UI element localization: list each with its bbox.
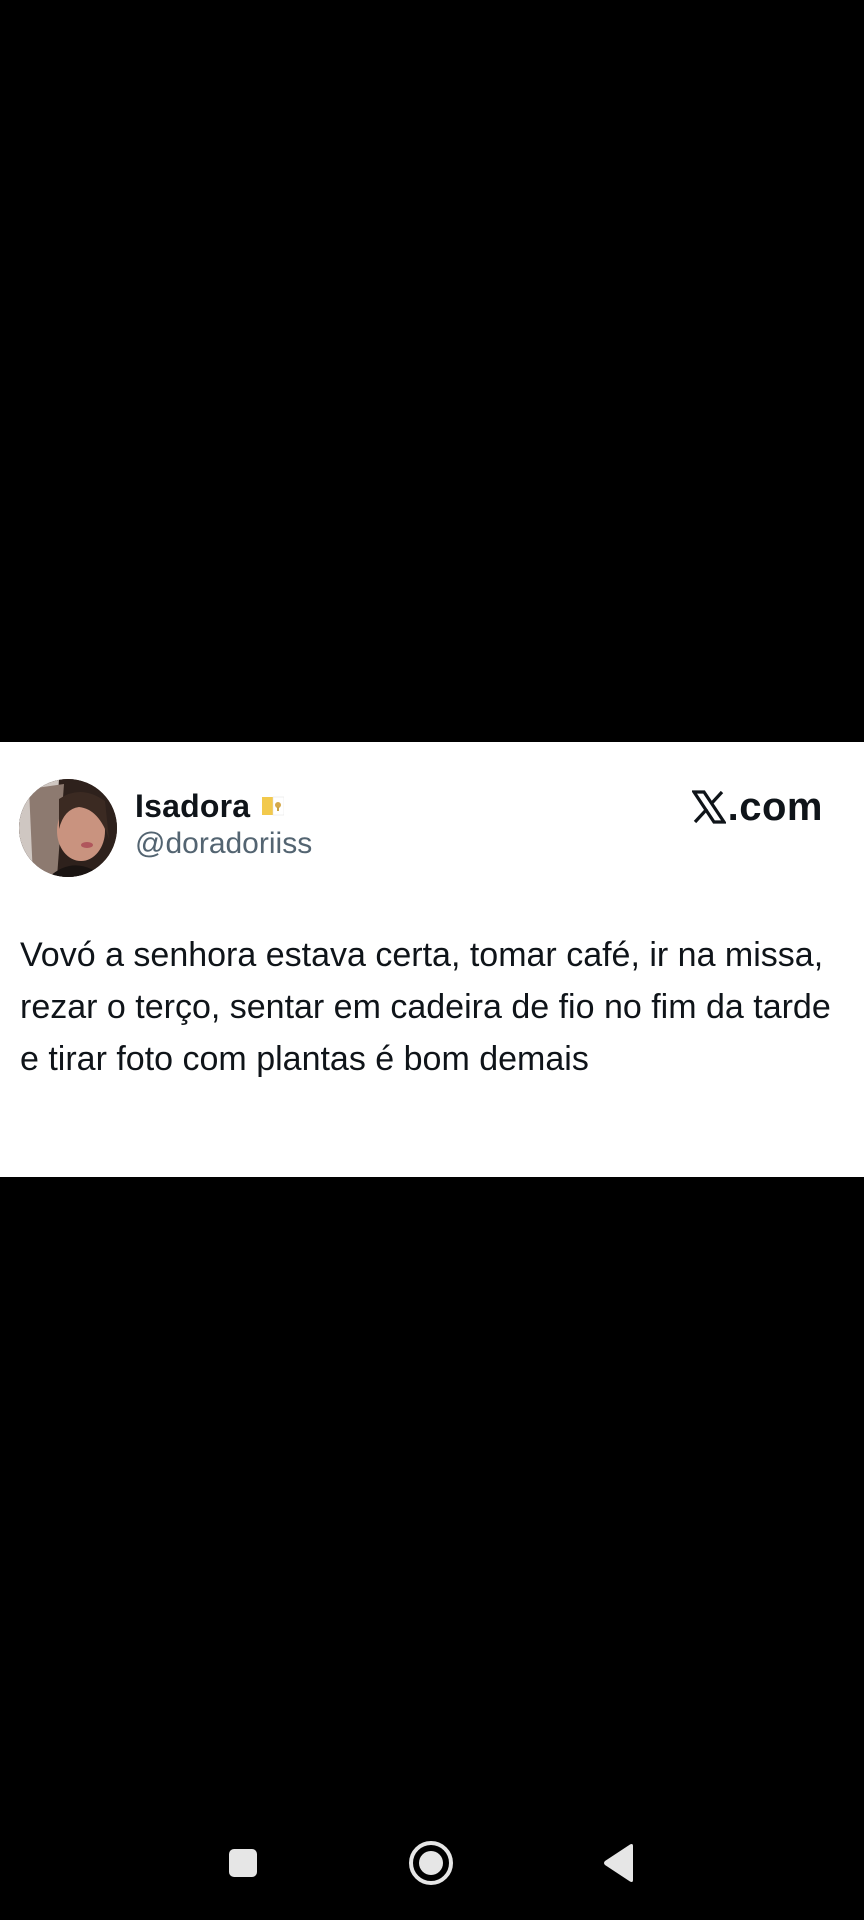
vatican-flag-icon [262,795,285,817]
system-navigation-bar [0,1812,864,1920]
username[interactable]: @doradoriiss [135,827,312,861]
home-button[interactable] [406,1840,456,1890]
display-name[interactable]: Isadora [135,788,250,825]
x-logo-icon [690,790,727,824]
x-logo-text: .com [727,784,823,829]
circle-home-icon [408,1840,454,1891]
tweet-text: Vovó a senhora estava certa, tomar café,… [20,936,831,1078]
blank-bottom-area [0,1177,864,1920]
square-icon [227,1847,259,1884]
blank-top-area [0,0,864,742]
triangle-back-icon [601,1843,637,1888]
avatar-image [19,779,117,877]
recents-button[interactable] [218,1840,268,1890]
avatar[interactable] [19,779,117,877]
back-button[interactable] [594,1840,644,1890]
x-com-logo: .com [690,784,823,830]
tweet-card: Isadora @doradoriiss .com Vovó a senhora… [0,742,864,1177]
display-name-row: Isadora [135,786,285,826]
